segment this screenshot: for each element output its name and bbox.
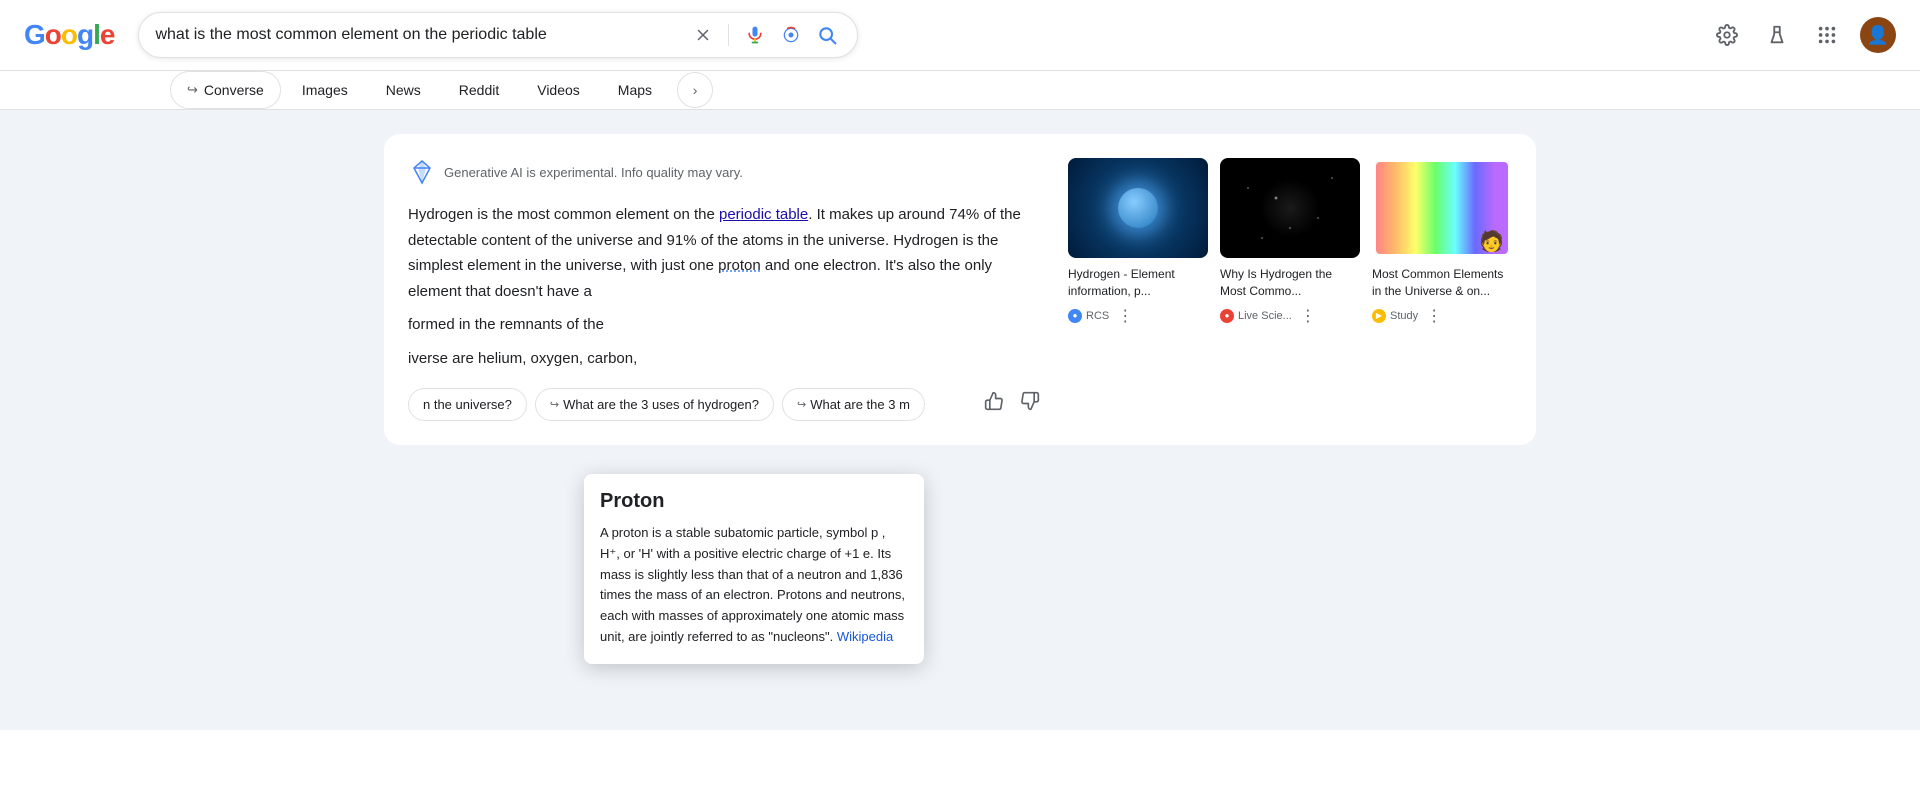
google-logo[interactable]: Google	[24, 19, 114, 51]
source-icon-3: ▶	[1372, 309, 1386, 323]
chip-universe-label: n the universe?	[423, 397, 512, 412]
header: Google what is the most common element o…	[0, 0, 1920, 71]
image-source-1: ● RCS ⋮	[1068, 304, 1208, 328]
image-caption-3: Most Common Elements in the Universe & o…	[1372, 266, 1512, 300]
image-card-2[interactable]: Why Is Hydrogen the Most Commo... ● Live…	[1220, 158, 1360, 421]
ai-left-panel: Generative AI is experimental. Info qual…	[408, 158, 1044, 421]
search-button[interactable]	[813, 21, 841, 49]
source-icon-1: ●	[1068, 309, 1082, 323]
tab-news[interactable]: News	[369, 71, 438, 109]
wikipedia-link[interactable]: Wikipedia	[837, 629, 893, 644]
stars-decoration	[1220, 158, 1360, 258]
tab-videos-label: Videos	[537, 82, 580, 98]
logo-e: e	[100, 19, 115, 51]
tab-news-label: News	[386, 82, 421, 98]
lens-button[interactable]	[777, 21, 805, 49]
ai-gem-icon	[408, 158, 436, 186]
ai-text-part1: Hydrogen is the most common element on t…	[408, 206, 719, 223]
feedback-buttons	[980, 387, 1044, 421]
tab-converse[interactable]: ↪ Converse	[170, 71, 281, 109]
image-thumb-2	[1220, 158, 1360, 258]
logo-o1: o	[45, 19, 61, 51]
divider	[728, 24, 729, 46]
image-caption-1: Hydrogen - Element information, p...	[1068, 266, 1208, 300]
image-source-3: ▶ Study ⋮	[1372, 304, 1512, 328]
search-bar[interactable]: what is the most common element on the p…	[138, 12, 858, 58]
tooltip-text: A proton is a stable subatomic particle,…	[600, 523, 908, 648]
ai-more-text: iverse are helium, oxygen, carbon,	[408, 350, 637, 367]
logo-o2: o	[61, 19, 77, 51]
chip-uses-arrow-icon: ↪	[550, 398, 559, 411]
image-thumb-3: 🧑	[1372, 158, 1512, 258]
chip-more-label: What are the 3 m	[810, 397, 910, 412]
settings-button[interactable]	[1710, 18, 1744, 52]
bottom-chips: n the universe? ↪ What are the 3 uses of…	[408, 387, 1044, 421]
chip-uses[interactable]: ↪ What are the 3 uses of hydrogen?	[535, 388, 774, 421]
ai-remnants-text: formed in the remnants of the	[408, 316, 604, 333]
image-source-2: ● Live Scie... ⋮	[1220, 304, 1360, 328]
ai-image-cards: Hydrogen - Element information, p... ● R…	[1068, 158, 1512, 421]
more-tabs-button[interactable]: ›	[677, 72, 713, 108]
user-avatar[interactable]: 👤	[1860, 17, 1896, 53]
tab-reddit-label: Reddit	[459, 82, 499, 98]
thumbs-up-button[interactable]	[980, 387, 1008, 421]
tab-converse-label: Converse	[204, 82, 264, 98]
thumbs-down-button[interactable]	[1016, 387, 1044, 421]
proton-link[interactable]: proton	[718, 257, 761, 274]
tooltip-title: Proton	[600, 490, 908, 513]
tab-maps-label: Maps	[618, 82, 652, 98]
content-container: Generative AI is experimental. Info qual…	[360, 134, 1560, 445]
chip-more-arrow-icon: ↪	[797, 398, 806, 411]
ai-text-part3: formed in the remnants of the	[408, 312, 1044, 338]
ai-text: Hydrogen is the most common element on t…	[408, 202, 1044, 304]
apps-button[interactable]	[1810, 18, 1844, 52]
tab-maps[interactable]: Maps	[601, 71, 669, 109]
tab-images-label: Images	[302, 82, 348, 98]
labs-button[interactable]	[1760, 18, 1794, 52]
source-icon-2: ●	[1220, 309, 1234, 323]
cartoon-decoration: 🧑	[1479, 229, 1504, 254]
clear-button[interactable]	[690, 22, 716, 48]
search-input[interactable]: what is the most common element on the p…	[155, 26, 682, 44]
image-card-3[interactable]: 🧑 Most Common Elements in the Universe &…	[1372, 158, 1512, 421]
logo-g: G	[24, 19, 45, 51]
chip-more[interactable]: ↪ What are the 3 m	[782, 388, 925, 421]
ai-text-part4: iverse are helium, oxygen, carbon,	[408, 346, 1044, 372]
image-caption-2: Why Is Hydrogen the Most Commo...	[1220, 266, 1360, 300]
logo-g2: g	[77, 19, 93, 51]
image-thumb-1	[1068, 158, 1208, 258]
main-content: Generative AI is experimental. Info qual…	[0, 110, 1920, 730]
nav-tabs: ↪ Converse Images News Reddit Videos Map…	[0, 71, 1920, 110]
chip-uses-label: What are the 3 uses of hydrogen?	[563, 397, 759, 412]
ai-disclaimer: Generative AI is experimental. Info qual…	[444, 165, 743, 180]
periodic-table-link[interactable]: periodic table	[719, 206, 808, 223]
image-more-button-2[interactable]: ⋮	[1296, 304, 1320, 328]
image-more-button-1[interactable]: ⋮	[1113, 304, 1137, 328]
source-name-1: RCS	[1086, 310, 1109, 322]
tab-images[interactable]: Images	[285, 71, 365, 109]
source-name-2: Live Scie...	[1238, 310, 1292, 322]
image-more-button-3[interactable]: ⋮	[1422, 304, 1446, 328]
tab-videos[interactable]: Videos	[520, 71, 597, 109]
voice-search-button[interactable]	[741, 21, 769, 49]
source-name-3: Study	[1390, 310, 1418, 322]
header-right: 👤	[1710, 17, 1896, 53]
tab-reddit[interactable]: Reddit	[442, 71, 516, 109]
ai-header: Generative AI is experimental. Info qual…	[408, 158, 1044, 186]
ai-answer-box: Generative AI is experimental. Info qual…	[384, 134, 1536, 445]
proton-tooltip: Proton A proton is a stable subatomic pa…	[584, 474, 924, 664]
logo-l: l	[93, 19, 100, 51]
converse-arrow-icon: ↪	[187, 82, 198, 98]
chip-universe[interactable]: n the universe?	[408, 388, 527, 421]
image-card-1[interactable]: Hydrogen - Element information, p... ● R…	[1068, 158, 1208, 421]
